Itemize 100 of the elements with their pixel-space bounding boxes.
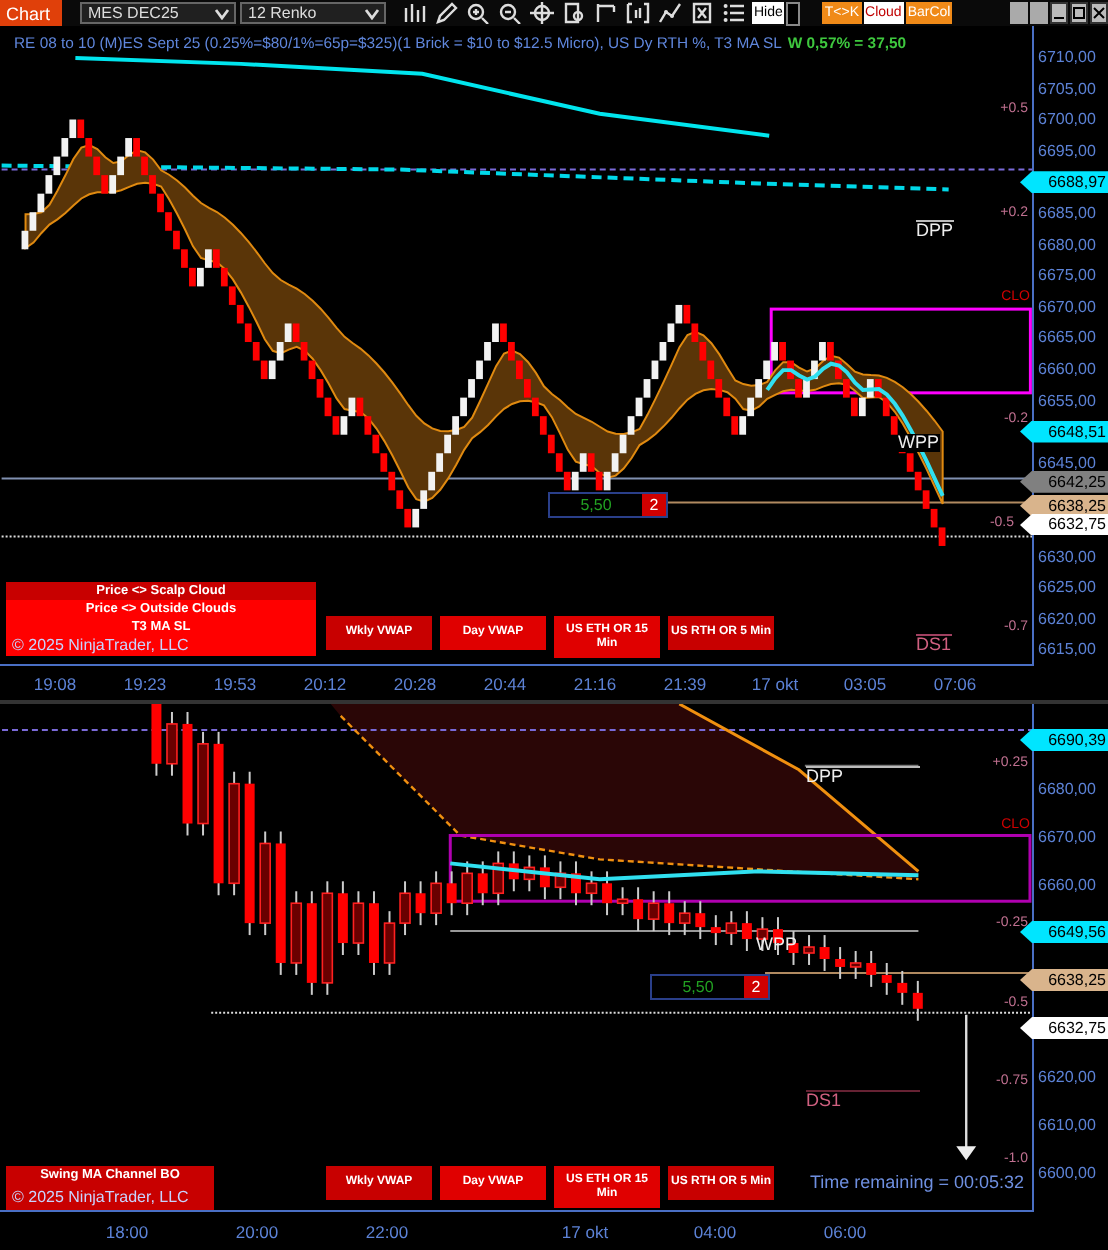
candlestick xyxy=(866,950,877,988)
zoom-in-icon[interactable] xyxy=(466,2,490,24)
zoom-out-icon[interactable] xyxy=(498,2,522,24)
axis-label: 6695,00 xyxy=(1036,142,1096,161)
time-label: 17 okt xyxy=(559,1221,611,1241)
time-label: 21:39 xyxy=(661,673,709,693)
price-tag: 6648,51 xyxy=(1020,420,1108,443)
price-tag: 6638,25 xyxy=(1020,494,1108,517)
candlestick xyxy=(197,730,209,837)
candlestick xyxy=(602,870,612,917)
price-tag: 6632,75 xyxy=(1020,1017,1108,1039)
time-label: 17 okt xyxy=(749,673,801,693)
candlestick xyxy=(912,979,923,1022)
caret-icon xyxy=(364,7,380,19)
minimize-icon[interactable] xyxy=(1050,2,1068,24)
candlestick xyxy=(616,886,629,917)
candlestick xyxy=(585,870,598,907)
candlestick xyxy=(819,934,830,972)
time-label: 22:00 xyxy=(363,1221,411,1241)
copyright-text: © 2025 NinjaTrader, LLC xyxy=(12,636,189,654)
pencil-icon[interactable] xyxy=(434,2,458,24)
axis-label: 6710,00 xyxy=(1036,48,1096,67)
candlestick xyxy=(430,870,442,927)
candlestick xyxy=(477,860,488,907)
candlestick xyxy=(415,880,426,927)
level-label: DS1 xyxy=(806,1090,920,1110)
copyright-text: © 2025 NinjaTrader, LLC xyxy=(12,1188,189,1206)
candlestick xyxy=(228,770,240,897)
candlestick xyxy=(664,890,675,937)
axis-label: 6700,00 xyxy=(1036,110,1096,129)
caret-icon xyxy=(214,7,230,19)
candlestick xyxy=(166,710,178,777)
candlestick xyxy=(151,704,162,777)
candlestick xyxy=(571,860,581,907)
time-label: 20:00 xyxy=(233,1221,281,1241)
bracket-icon[interactable] xyxy=(594,2,618,24)
axis-label: 6620,00 xyxy=(1036,609,1096,628)
candlestick xyxy=(695,900,706,941)
candlestick xyxy=(399,880,411,937)
time-label: 19:53 xyxy=(211,673,259,693)
quantity-badge: 2 xyxy=(642,494,666,516)
maximize-icon[interactable] xyxy=(1070,2,1088,24)
toggle-switch[interactable] xyxy=(786,1,801,25)
candlestick xyxy=(803,934,815,966)
document-search-icon[interactable] xyxy=(562,2,586,24)
candlestick xyxy=(554,860,567,901)
level-label: WPP xyxy=(898,434,940,452)
candlestick xyxy=(741,910,752,952)
candlestick xyxy=(897,969,908,1006)
time-label: 04:00 xyxy=(691,1221,739,1241)
chart-button[interactable]: Chart xyxy=(0,0,62,26)
candlestick xyxy=(321,880,334,996)
axis-label: 6630,00 xyxy=(1036,547,1096,566)
dropdown[interactable]: MES DEC25 xyxy=(80,2,236,24)
time-label: 20:44 xyxy=(481,673,529,693)
candlestick xyxy=(352,890,365,956)
candlestick xyxy=(710,914,721,947)
time-label: 06:00 xyxy=(821,1221,869,1241)
price-tag: 6688,97 xyxy=(1020,171,1108,194)
price-tag: 6642,25 xyxy=(1020,470,1108,493)
level-label: DPP xyxy=(916,220,954,240)
price-tag: 6632,75 xyxy=(1020,513,1108,536)
price-tag: 6690,39 xyxy=(1020,729,1108,751)
candlestick xyxy=(678,900,691,937)
axis-label: 6645,00 xyxy=(1036,453,1096,472)
axis-label: 6660,00 xyxy=(1036,360,1096,379)
axis-label: 6600,00 xyxy=(1036,1163,1096,1181)
axis-label: 6670,00 xyxy=(1036,827,1096,845)
time-remaining: Time remaining = 00:05:32 xyxy=(810,1172,1024,1192)
time-label: 21:16 xyxy=(571,673,619,693)
candlestick xyxy=(647,890,660,933)
line-chart-icon[interactable] xyxy=(658,2,682,24)
crosshair-icon[interactable] xyxy=(530,2,554,24)
time-label: 03:05 xyxy=(841,673,889,693)
axis-label: 6680,00 xyxy=(1036,235,1096,254)
candlestick xyxy=(383,910,396,976)
time-label: 18:00 xyxy=(103,1221,151,1241)
close-icon[interactable] xyxy=(1090,2,1108,24)
axis-label: 6660,00 xyxy=(1036,875,1096,893)
level-label: DS1 xyxy=(916,634,952,654)
candlestick xyxy=(290,890,303,976)
candlestick xyxy=(461,860,473,917)
candlestick xyxy=(508,850,519,893)
axis-label: 6625,00 xyxy=(1036,578,1096,597)
list-icon[interactable] xyxy=(722,2,746,24)
axis-label: 6670,00 xyxy=(1036,297,1096,316)
candlestick xyxy=(446,870,457,917)
axis-label: 6615,00 xyxy=(1036,640,1096,659)
candlestick xyxy=(539,854,550,901)
axis-label: 6705,00 xyxy=(1036,79,1096,98)
bar-chart-icon[interactable] xyxy=(402,2,426,24)
axis-label: 6610,00 xyxy=(1036,1115,1096,1133)
dropdown[interactable]: 12 Renko xyxy=(240,2,386,24)
axis-label: 6685,00 xyxy=(1036,204,1096,223)
data-box-icon[interactable] xyxy=(626,2,650,24)
time-label: 20:12 xyxy=(301,673,349,693)
axis-label: 6655,00 xyxy=(1036,391,1096,410)
axis-label: 6680,00 xyxy=(1036,779,1096,797)
candlestick xyxy=(182,710,193,837)
candlestick xyxy=(259,830,271,937)
